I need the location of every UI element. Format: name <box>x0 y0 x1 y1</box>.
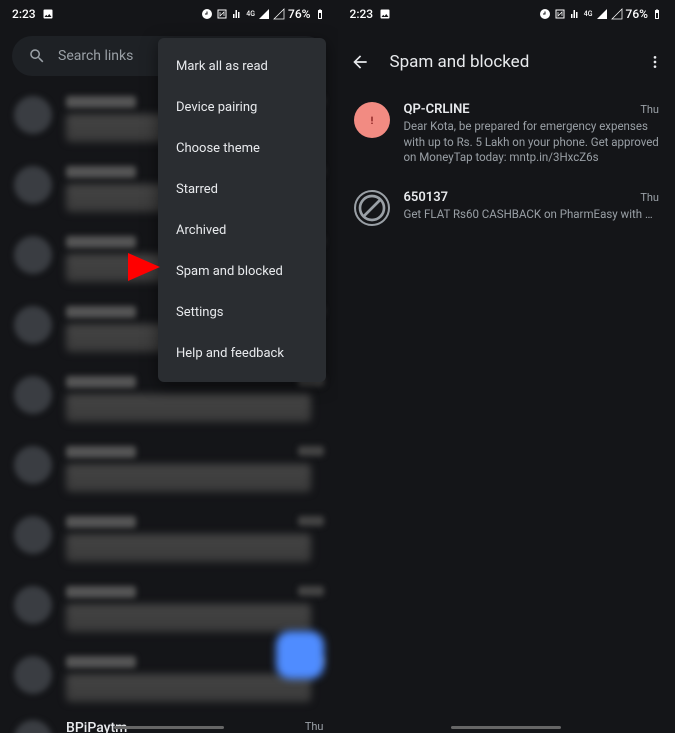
menu-item-starred[interactable]: Starred <box>158 169 326 210</box>
battery-icon <box>651 8 663 20</box>
menu-item-mark-read[interactable]: Mark all as read <box>158 46 326 87</box>
avatar <box>14 656 52 694</box>
alarm-icon <box>539 8 551 20</box>
menu-item-help[interactable]: Help and feedback <box>158 333 326 374</box>
spam-preview: Dear Kota, be prepared for emergency exp… <box>404 119 660 166</box>
menu-item-archived[interactable]: Archived <box>158 210 326 251</box>
image-icon <box>379 8 391 20</box>
avatar <box>14 586 52 624</box>
avatar <box>14 96 52 134</box>
spam-time: Thu <box>640 103 659 116</box>
spam-preview: Get FLAT Rs60 CASHBACK on PharmEasy with… <box>404 207 660 223</box>
battery-icon <box>314 8 326 20</box>
image-icon <box>42 8 54 20</box>
annotation-arrow <box>60 247 160 287</box>
battery-percent: 76% <box>626 7 648 21</box>
data-icon <box>231 8 243 20</box>
signal-icon <box>596 8 608 20</box>
page-title: Spam and blocked <box>390 52 628 72</box>
spam-sender: 650137 <box>404 190 449 205</box>
spam-time: Thu <box>640 191 659 204</box>
back-icon[interactable] <box>350 52 370 72</box>
signal-icon-2 <box>611 8 623 20</box>
signal-icon <box>258 8 270 20</box>
nfc-icon <box>554 8 566 20</box>
menu-item-device-pairing[interactable]: Device pairing <box>158 87 326 128</box>
right-screen: 2:23 4G 76% Spam and blocked QP-CRLINE T… <box>338 0 675 733</box>
avatar <box>14 446 52 484</box>
avatar <box>14 306 52 344</box>
status-bar: 2:23 4G 76% <box>338 0 675 28</box>
exclamation-icon <box>364 112 380 128</box>
more-icon[interactable] <box>647 54 663 70</box>
compose-fab[interactable] <box>276 631 324 679</box>
list-item[interactable] <box>0 504 338 574</box>
network-label: 4G <box>246 11 255 18</box>
nav-handle <box>451 726 561 729</box>
alarm-icon <box>201 8 213 20</box>
message-time: Thu <box>305 720 324 733</box>
menu-item-settings[interactable]: Settings <box>158 292 326 333</box>
blocked-avatar <box>354 190 390 226</box>
battery-percent: 76% <box>288 7 310 21</box>
signal-icon-2 <box>273 8 285 20</box>
left-screen: 2:23 4G 76% Search links <box>0 0 338 733</box>
spam-item[interactable]: QP-CRLINE Thu Dear Kota, be prepared for… <box>338 90 675 178</box>
avatar <box>14 166 52 204</box>
nfc-icon <box>216 8 228 20</box>
network-label: 4G <box>584 11 593 18</box>
avatar <box>14 236 52 274</box>
list-item[interactable] <box>0 434 338 504</box>
block-icon <box>356 191 388 225</box>
spam-item[interactable]: 650137 Thu Get FLAT Rs60 CASHBACK on Pha… <box>338 178 675 238</box>
search-placeholder: Search links <box>58 48 133 64</box>
spam-sender: QP-CRLINE <box>404 102 470 117</box>
app-bar: Spam and blocked <box>338 34 675 90</box>
avatar <box>14 720 52 733</box>
menu-item-spam-blocked[interactable]: Spam and blocked <box>158 251 326 292</box>
avatar <box>14 516 52 554</box>
nav-handle <box>114 726 224 729</box>
menu-item-choose-theme[interactable]: Choose theme <box>158 128 326 169</box>
clock: 2:23 <box>12 7 36 21</box>
search-icon <box>28 47 46 65</box>
status-bar: 2:23 4G 76% <box>0 0 338 28</box>
overflow-menu: Mark all as read Device pairing Choose t… <box>158 38 326 382</box>
data-icon <box>569 8 581 20</box>
warning-avatar <box>354 102 390 138</box>
clock: 2:23 <box>350 7 374 21</box>
avatar <box>14 376 52 414</box>
list-item[interactable]: BPiPaytm Thu <box>0 714 338 733</box>
